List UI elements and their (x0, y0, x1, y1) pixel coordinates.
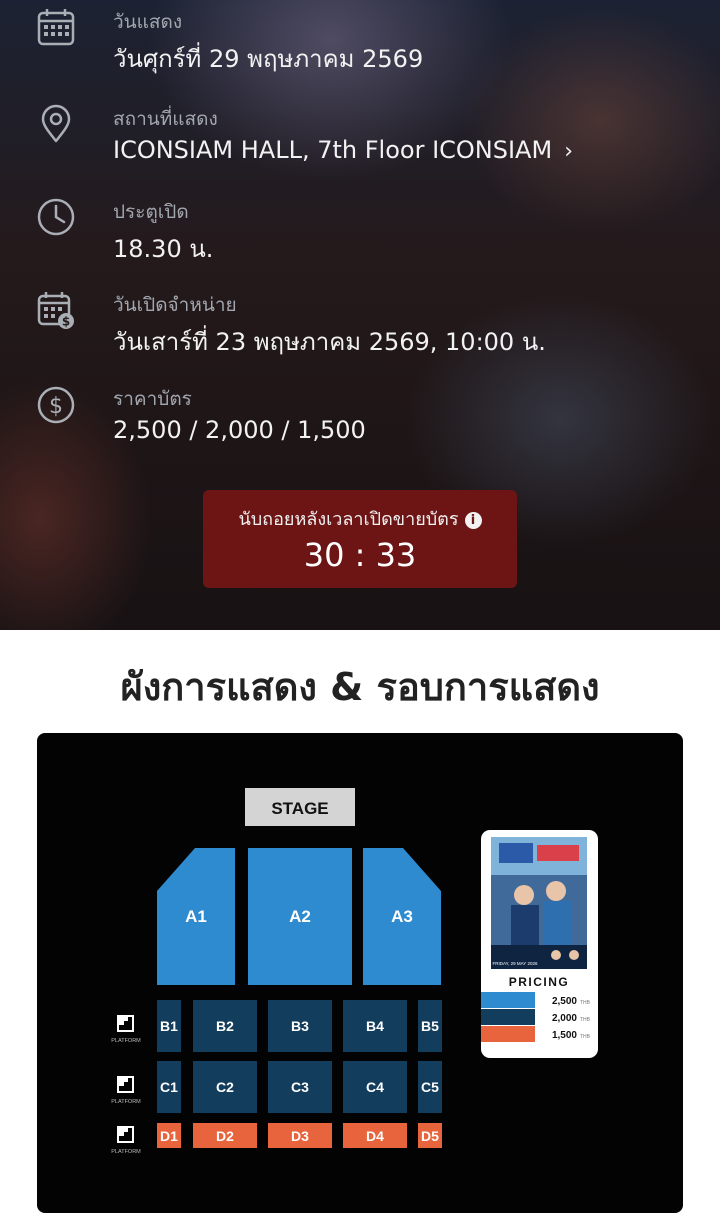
door-open-row: ประตูเปิด 18.30 น. (0, 197, 720, 277)
location-pin-icon (36, 104, 76, 144)
platform-stairs-icon (117, 1126, 134, 1143)
zone-c1-label: C1 (160, 1079, 178, 1095)
info-icon[interactable]: i (464, 512, 482, 529)
zone-a1-label: A1 (185, 907, 207, 926)
zone-d4-label: D4 (366, 1128, 384, 1144)
dollar-icon: $ (36, 384, 76, 424)
door-open-label: ประตูเปิด (113, 201, 189, 223)
price-value: 2,500 / 2,000 / 1,500 (113, 416, 366, 444)
venue-link[interactable]: ICONSIAM HALL, 7th Floor ICONSIAM › (113, 136, 573, 164)
platform-label: PLATFORM (111, 1038, 141, 1044)
section-title: ผังการแสดง & รอบการแสดง (120, 665, 600, 709)
zone-b4-label: B4 (366, 1018, 384, 1034)
pricing-value-2000: 2,000 (552, 1013, 577, 1024)
zone-a2-label: A2 (289, 907, 311, 926)
zone-d2-label: D2 (216, 1128, 234, 1144)
zone-b3-label: B3 (291, 1018, 309, 1034)
zone-d5-label: D5 (421, 1128, 439, 1144)
zone-a3-label: A3 (391, 907, 413, 926)
pricing-value-2500: 2,500 (552, 996, 577, 1007)
calendar-icon (36, 7, 76, 47)
calendar-money-icon: $ (36, 290, 76, 330)
pricing-value-1500: 1,500 (552, 1030, 577, 1041)
price-label: ราคาบัตร (113, 388, 192, 410)
poster-image: FRIDAY, 29 MAY 2026 (491, 837, 587, 969)
pricing-currency: THB (580, 1000, 591, 1006)
sale-open-value: วันเสาร์ที่ 23 พฤษภาคม 2569, 10:00 น. (113, 328, 546, 356)
pricing-swatch-2000 (481, 1009, 535, 1025)
svg-text:$: $ (62, 315, 70, 329)
seat-map: STAGE A1 A2 A3 B1 B2 B3 B4 B5 C1 C2 C3 C… (37, 733, 683, 1213)
countdown-box: นับถอยหลังเวลาเปิดขายบัตร i 30 : 33 (203, 490, 517, 588)
zone-d3-label: D3 (291, 1128, 309, 1144)
zone-b2-label: B2 (216, 1018, 234, 1034)
pricing-card: FRIDAY, 29 MAY 2026 PRICING 2,500 THB 2,… (481, 830, 598, 1058)
zone-b1-label: B1 (160, 1018, 178, 1034)
show-date-label: วันแสดง (113, 11, 183, 33)
sale-open-row: $ วันเปิดจำหน่าย วันเสาร์ที่ 23 พฤษภาคม … (0, 290, 720, 370)
svg-text:$: $ (49, 394, 63, 419)
show-date-row: วันแสดง วันศุกร์ที่ 29 พฤษภาคม 2569 (0, 7, 720, 87)
platform-label: PLATFORM (111, 1149, 141, 1155)
zone-b5-label: B5 (421, 1018, 439, 1034)
platform-stairs-icon (117, 1076, 134, 1093)
sale-open-label: วันเปิดจำหน่าย (113, 294, 237, 316)
venue-row[interactable]: สถานที่แสดง ICONSIAM HALL, 7th Floor ICO… (0, 104, 720, 184)
countdown-timer: 30 : 33 (303, 536, 417, 574)
zone-c4-label: C4 (366, 1079, 384, 1095)
platform-label: PLATFORM (111, 1099, 141, 1105)
countdown-label: นับถอยหลังเวลาเปิดขายบัตร (238, 509, 459, 530)
pricing-swatch-2500 (481, 992, 535, 1008)
zone-d1-label: D1 (160, 1128, 178, 1144)
poster-date: FRIDAY, 29 MAY 2026 (493, 961, 538, 966)
clock-icon (36, 197, 76, 237)
stage-label: STAGE (271, 799, 328, 818)
pricing-swatch-1500 (481, 1026, 535, 1042)
zone-c5-label: C5 (421, 1079, 439, 1095)
platform-stairs-icon (117, 1015, 134, 1032)
pricing-title: PRICING (509, 975, 570, 989)
event-hero: วันแสดง วันศุกร์ที่ 29 พฤษภาคม 2569 สถาน… (0, 0, 720, 630)
door-open-value: 18.30 น. (113, 235, 214, 263)
venue-value[interactable]: ICONSIAM HALL, 7th Floor ICONSIAM (113, 136, 552, 164)
show-date-value: วันศุกร์ที่ 29 พฤษภาคม 2569 (113, 45, 424, 73)
zone-c3-label: C3 (291, 1079, 309, 1095)
chevron-right-icon[interactable]: › (564, 139, 573, 164)
pricing-currency: THB (580, 1034, 591, 1040)
seat-map-canvas: STAGE A1 A2 A3 B1 B2 B3 B4 B5 C1 C2 C3 C… (111, 788, 598, 1155)
zone-c2-label: C2 (216, 1079, 234, 1095)
venue-label: สถานที่แสดง (113, 108, 218, 130)
pricing-currency: THB (580, 1017, 591, 1023)
price-row: $ ราคาบัตร 2,500 / 2,000 / 1,500 (0, 384, 720, 464)
countdown-label-row: นับถอยหลังเวลาเปิดขายบัตร i (203, 504, 517, 533)
